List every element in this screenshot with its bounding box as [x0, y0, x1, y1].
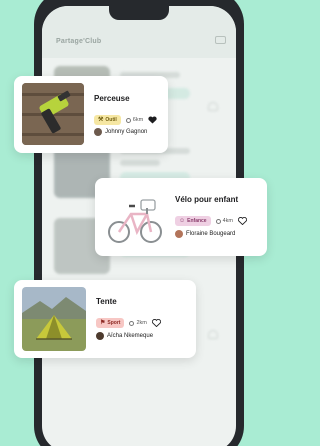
- heart-filled-icon[interactable]: [148, 111, 157, 129]
- location-icon: [129, 320, 135, 326]
- item-meta: ☺ Enfance 4km: [175, 212, 248, 230]
- item-meta: ⚒ Outil 6km: [94, 111, 157, 129]
- location-icon: [125, 117, 131, 123]
- item-owner: Floraine Bougeard: [175, 230, 235, 238]
- distance: 6km: [125, 117, 143, 123]
- distance: 4km: [215, 218, 233, 224]
- avatar: [96, 332, 104, 340]
- item-photo: [22, 83, 84, 145]
- sport-icon: ⚑: [100, 320, 106, 326]
- avatar: [175, 230, 183, 238]
- phone-notch: [109, 6, 169, 20]
- tools-icon: ⚒: [98, 117, 104, 123]
- heart-outline-icon[interactable]: [151, 314, 161, 332]
- heart-outline-icon[interactable]: [237, 212, 248, 230]
- app-title: Partage'Club: [56, 38, 102, 45]
- item-title: Tente: [96, 297, 117, 306]
- item-photo: [101, 184, 167, 250]
- item-owner: Johnny Gagnon: [94, 128, 147, 136]
- category-badge: ⚒ Outil: [94, 115, 121, 125]
- item-card-perceuse[interactable]: Perceuse ⚒ Outil 6km Johnny Gagnon: [14, 76, 168, 153]
- location-icon: [215, 218, 221, 224]
- item-title: Perceuse: [94, 94, 130, 103]
- item-title: Vélo pour enfant: [175, 195, 239, 204]
- item-meta: ⚑ Sport 2km: [96, 314, 161, 332]
- item-card-velo[interactable]: Vélo pour enfant ☺ Enfance 4km Floraine …: [95, 178, 267, 256]
- avatar: [94, 128, 102, 136]
- category-badge: ☺ Enfance: [175, 216, 211, 226]
- distance: 2km: [129, 320, 147, 326]
- item-owner: Aïcha Nkemeque: [96, 332, 153, 340]
- item-card-tente[interactable]: Tente ⚑ Sport 2km Aïcha Nkemeque: [14, 280, 196, 358]
- item-photo: [22, 287, 86, 351]
- category-badge: ⚑ Sport: [96, 318, 125, 328]
- message-icon[interactable]: [215, 36, 226, 44]
- child-icon: ☺: [179, 218, 186, 224]
